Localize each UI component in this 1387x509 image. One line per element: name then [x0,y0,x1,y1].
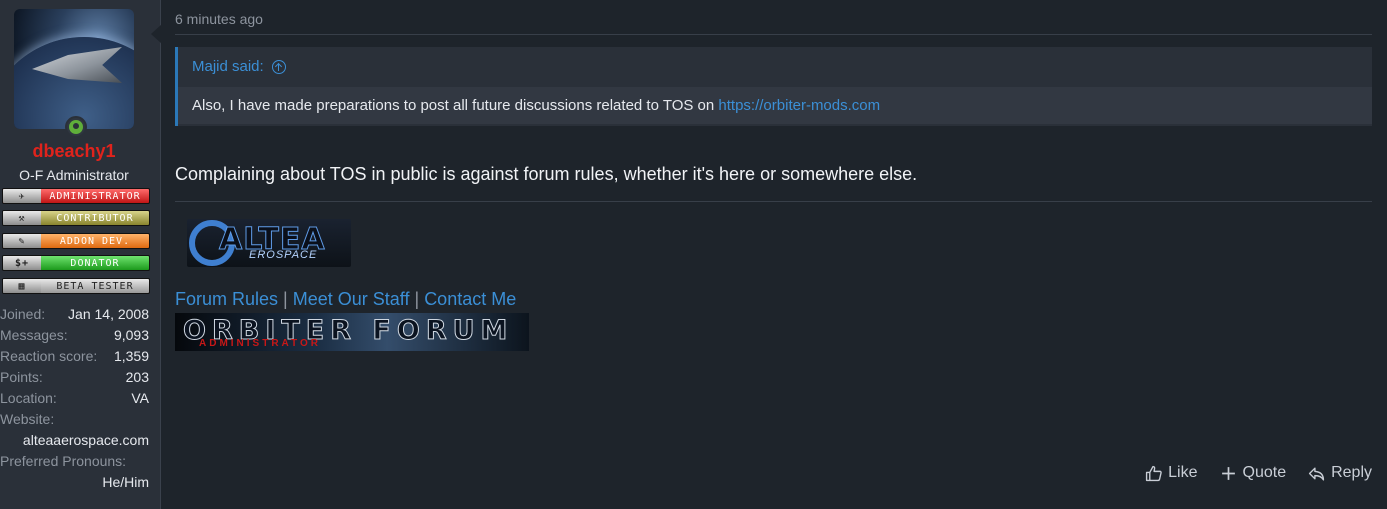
meet-our-staff-link[interactable]: Meet Our Staff [293,289,410,309]
post-message: Complaining about TOS in public is again… [175,164,918,184]
stat-pronouns-value: He/Him [102,474,149,490]
money-plus-icon: $+ [3,256,41,270]
quote-header[interactable]: Majid said: [178,47,1372,87]
link-separator: | [283,289,288,309]
stat-reaction-score: Reaction score: 1,359 [0,348,149,364]
stat-website-label: Website: [0,411,55,427]
stat-messages: Messages: 9,093 [0,327,149,343]
quote-body: Also, I have made preparations to post a… [178,87,1372,124]
like-label: Like [1168,464,1198,481]
quote-block: Majid said: Also, I have made preparatio… [175,47,1372,126]
wrench-icon: ⚒ [3,211,41,225]
plus-icon [1221,466,1235,480]
post-main: 6 minutes ago Majid said: Also, I have m… [175,0,1372,509]
post-arrow-notch [151,24,162,44]
wings-icon: ✈ [3,189,41,203]
user-title: O-F Administrator [19,167,129,183]
jump-to-quote-icon[interactable] [271,60,286,74]
altea-aerospace-logo[interactable]: ALTEA EROSPACE [187,219,351,267]
reply-label: Reply [1331,464,1372,481]
avatar[interactable] [14,9,134,129]
divider [175,34,1372,35]
stat-joined: Joined: Jan 14, 2008 [0,306,149,322]
user-sidebar: dbeachy1 O-F Administrator ✈ Administrat… [0,0,161,509]
stat-location: Location: VA [0,390,149,406]
link-separator: | [414,289,420,309]
stat-points: Points: 203 [0,369,149,385]
banner-beta-tester: ▦ Beta Tester [2,278,150,294]
quote-label: Quote [1242,464,1287,481]
stat-website-value: alteaaerospace.com [22,432,149,448]
banner-donator: $+ Donator [2,255,150,271]
quote-author[interactable]: Majid said: [192,46,264,88]
like-button[interactable]: Like [1145,464,1198,482]
user-stats: Joined: Jan 14, 2008 Messages: 9,093 Rea… [0,304,149,493]
contact-me-link[interactable]: Contact Me [424,289,516,309]
quote-button[interactable]: Quote [1220,464,1287,482]
banner-addon-dev: ✎ Addon Dev. [2,233,150,249]
quote-text: Also, I have made preparations to post a… [192,97,719,114]
reply-button[interactable]: Reply [1308,464,1372,482]
banner-administrator: ✈ Administrator [2,188,150,204]
thumbs-up-icon [1146,465,1162,481]
pen-icon: ✎ [3,234,41,248]
username[interactable]: dbeachy1 [0,141,148,162]
signature-links: Forum Rules | Meet Our Staff | Contact M… [175,289,516,310]
chip-icon: ▦ [3,279,41,293]
forum-rules-link[interactable]: Forum Rules [175,289,278,309]
post-timestamp[interactable]: 6 minutes ago [175,11,263,27]
online-status-icon [65,116,87,138]
signature-divider [175,201,1372,202]
banner-contributor: ⚒ Contributor [2,210,150,226]
orbiter-forum-admin-banner: ORBITER FORUM ADMINISTRATOR [175,313,529,351]
reply-arrow-icon [1308,466,1325,481]
post-actions: Like Quote Reply [1145,464,1372,482]
quote-link[interactable]: https://orbiter-mods.com [718,97,880,114]
stat-pronouns-label: Preferred Pronouns: [0,453,127,469]
